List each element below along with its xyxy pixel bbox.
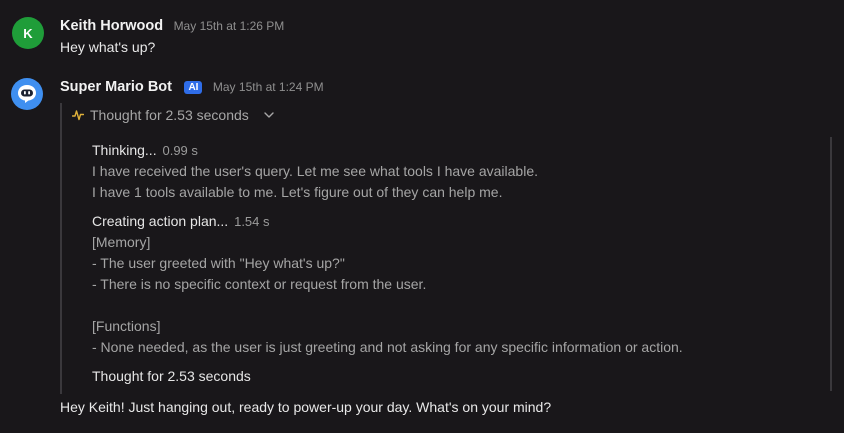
thought-panel-border	[60, 103, 62, 394]
user-name[interactable]: Keith Horwood	[60, 18, 163, 34]
plan-line: [Memory]	[92, 234, 151, 250]
chat-view: K Keith Horwood May 15th at 1:26 PM Hey …	[0, 0, 844, 433]
thought-body: Thinking... 0.99 s I have received the u…	[92, 140, 812, 387]
plan-line: - The user greeted with "Hey what's up?"	[92, 255, 345, 271]
bot-name[interactable]: Super Mario Bot	[60, 79, 172, 95]
plan-line: - None needed, as the user is just greet…	[92, 339, 683, 355]
bot-timestamp: May 15th at 1:24 PM	[212, 80, 324, 94]
plan-line: [Functions]	[92, 318, 161, 334]
thinking-step-title: Thinking... 0.99 s	[92, 140, 812, 161]
plan-line-blank	[92, 295, 812, 316]
thought-toggle[interactable]: Thought for 2.53 seconds	[72, 107, 275, 123]
chat-bot-icon	[18, 85, 36, 103]
thinking-line: I have 1 tools available to me. Let's fi…	[92, 184, 503, 200]
bot-message-header: Super Mario Bot AI May 15th at 1:24 PM	[60, 78, 324, 96]
ai-badge: AI	[184, 81, 203, 94]
thought-panel: Thought for 2.53 seconds Thinking... 0.9…	[60, 103, 832, 394]
user-timestamp: May 15th at 1:26 PM	[173, 19, 285, 33]
plan-duration: 1.54 s	[234, 214, 270, 229]
pulse-icon	[72, 110, 84, 121]
plan-step-title: Creating action plan... 1.54 s	[92, 211, 812, 232]
thinking-duration: 0.99 s	[162, 143, 198, 158]
chevron-down-icon	[264, 112, 274, 118]
thought-panel-scrollbar[interactable]	[830, 137, 832, 391]
user-avatar-letter: K	[23, 25, 33, 41]
thinking-line: I have received the user's query. Let me…	[92, 163, 538, 179]
bot-avatar[interactable]	[11, 78, 43, 110]
user-message-text: Hey what's up?	[60, 39, 156, 55]
bot-reply-text: Hey Keith! Just hanging out, ready to po…	[60, 399, 552, 415]
user-avatar[interactable]: K	[12, 17, 44, 49]
user-message-header: Keith Horwood May 15th at 1:26 PM	[60, 17, 284, 35]
thinking-title: Thinking...	[92, 142, 157, 158]
thought-header-label: Thought for 2.53 seconds	[90, 107, 249, 123]
plan-line: - There is no specific context or reques…	[92, 276, 427, 292]
thought-footer: Thought for 2.53 seconds	[92, 368, 251, 384]
plan-title: Creating action plan...	[92, 213, 229, 229]
